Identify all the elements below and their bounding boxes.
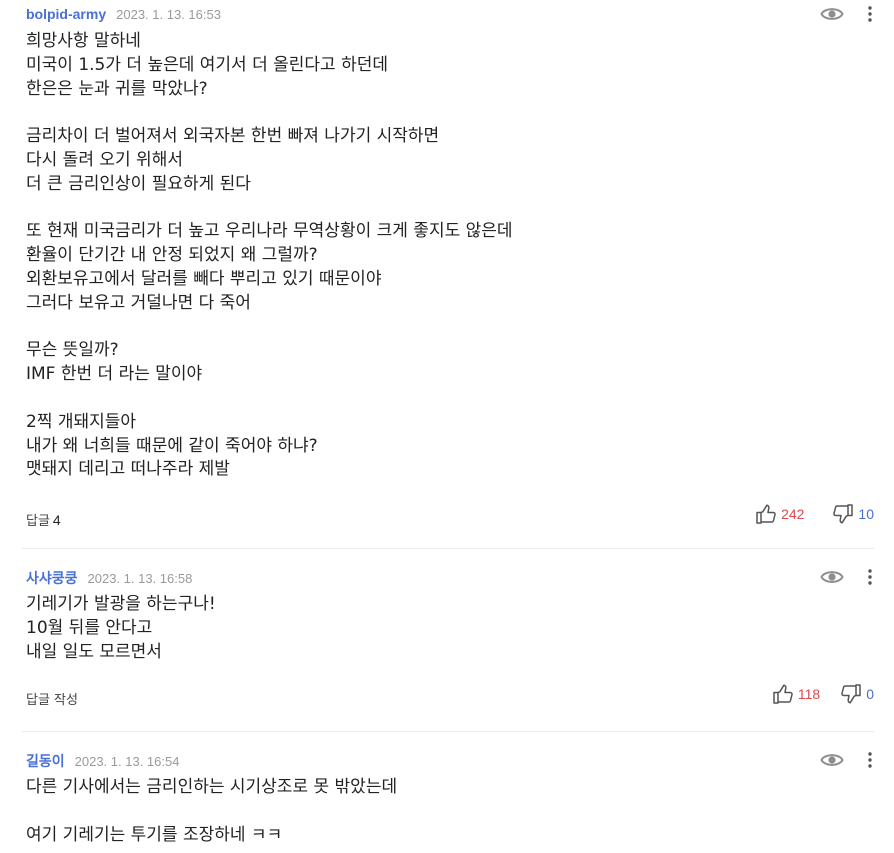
comment-line: 환율이 단기간 내 안정 되었지 왜 그럴까? [26, 245, 318, 266]
comment-body: 기레기가 발광을 하는구나! 10월 뒤를 안다고 내일 일도 모르면서 [26, 593, 856, 664]
more-vertical-icon[interactable] [864, 5, 876, 23]
dislike-count: 10 [858, 506, 874, 522]
comment-line: 내가 왜 너희들 때문에 같이 죽어야 하냐? [26, 435, 318, 456]
comment-line: 더 큰 금리인상이 필요하게 된다 [26, 173, 251, 194]
reply-button[interactable]: 답글 4 [26, 510, 61, 529]
comment-line [26, 197, 856, 221]
comment-line: 2찍 개돼지들아 [26, 411, 137, 432]
comment-line [26, 387, 856, 411]
comment-line: 10월 뒤를 안다고 [26, 617, 153, 638]
comment-item: 길동이 2023. 1. 13. 16:54 다른 기사에서는 금리인하는 시기… [0, 732, 894, 853]
comment-line: 외환보유고에서 달러를 빼다 뿌리고 있기 때문이야 [26, 268, 382, 289]
dislike-button[interactable]: 10 [832, 503, 874, 525]
vote-group: 242 10 [755, 503, 874, 525]
comment-line [26, 101, 856, 125]
comment-line: 다른 기사에서는 금리인하는 시기상조로 못 밖았는데 [26, 777, 398, 797]
comment-body: 다른 기사에서는 금리인하는 시기상조로 못 밖았는데 여기 기레기는 투기를 … [26, 776, 856, 847]
like-count: 242 [781, 506, 805, 522]
dislike-count: 0 [866, 686, 874, 702]
comment-line [26, 800, 856, 824]
reply-label: 답글 작성 [26, 693, 78, 708]
thumbs-down-icon [833, 504, 854, 524]
comment-header: 사샤쿵쿵 2023. 1. 13. 16:58 [26, 568, 192, 586]
thumbs-down-icon [841, 684, 861, 704]
comment-date: 2023. 1. 13. 16:53 [116, 7, 221, 22]
comment-line: 금리차이 더 벌어져서 외국자본 한번 빠져 나가기 시작하면 [26, 126, 440, 147]
comment-line: 또 현재 미국금리가 더 높고 우리나라 무역상황이 크게 좋지도 않은데 [26, 221, 513, 242]
eye-icon[interactable] [820, 566, 844, 588]
comment-line: IMF 한번 더 라는 말이야 [26, 364, 203, 385]
comment-date: 2023. 1. 13. 16:58 [87, 571, 193, 586]
comment-line: 희망사항 말하네 [26, 31, 141, 51]
comment-author[interactable]: 길동이 [26, 751, 65, 771]
comment-body: 희망사항 말하네 미국이 1.5가 더 높은데 여기서 더 올린다고 하던데 한… [26, 30, 856, 482]
comment-line: 여기 기레기는 투기를 조장하네 ㅋㅋ [26, 824, 283, 845]
comment-header: bolpid-army 2023. 1. 13. 16:53 [26, 6, 221, 24]
thumbs-up-icon [773, 684, 793, 704]
reply-label: 답글 [26, 514, 50, 529]
comment-line: 다시 돌려 오기 위해서 [26, 149, 183, 170]
eye-icon[interactable] [820, 3, 844, 25]
like-button[interactable]: 242 [755, 503, 804, 525]
comment-author[interactable]: 사샤쿵쿵 [26, 568, 78, 588]
comment-author[interactable]: bolpid-army [26, 6, 106, 22]
vote-group: 118 0 [772, 683, 874, 705]
comment-line: 내일 일도 모르면서 [26, 641, 162, 662]
comment-line: 맷돼지 데리고 떠나주라 제발 [26, 459, 230, 480]
comment-item: 사샤쿵쿵 2023. 1. 13. 16:58 기레기가 발광을 하는구나! 1… [0, 549, 894, 731]
reply-count: 4 [52, 512, 61, 528]
comment-line: 한은은 눈과 귀를 막았나? [26, 78, 208, 99]
comment-line: 그러다 보유고 거덜나면 다 죽어 [26, 292, 251, 313]
like-count: 118 [797, 686, 821, 702]
more-vertical-icon[interactable] [864, 568, 876, 586]
comment-date: 2023. 1. 13. 16:54 [74, 754, 180, 769]
comment-line [26, 316, 856, 340]
comment-line: 무슨 뜻일까? [26, 340, 119, 361]
like-button[interactable]: 118 [772, 683, 820, 705]
dislike-button[interactable]: 0 [840, 683, 874, 705]
comment-header: 길동이 2023. 1. 13. 16:54 [26, 751, 179, 769]
comment-line: 기레기가 발광을 하는구나! [26, 594, 216, 614]
reply-write-button[interactable]: 답글 작성 [26, 689, 78, 708]
eye-icon[interactable] [820, 749, 844, 771]
more-vertical-icon[interactable] [864, 751, 876, 769]
comment-line: 미국이 1.5가 더 높은데 여기서 더 올린다고 하던데 [26, 54, 389, 75]
thumbs-up-icon [756, 504, 776, 524]
comment-item: bolpid-army 2023. 1. 13. 16:53 희망사항 말하네 … [0, 0, 894, 548]
